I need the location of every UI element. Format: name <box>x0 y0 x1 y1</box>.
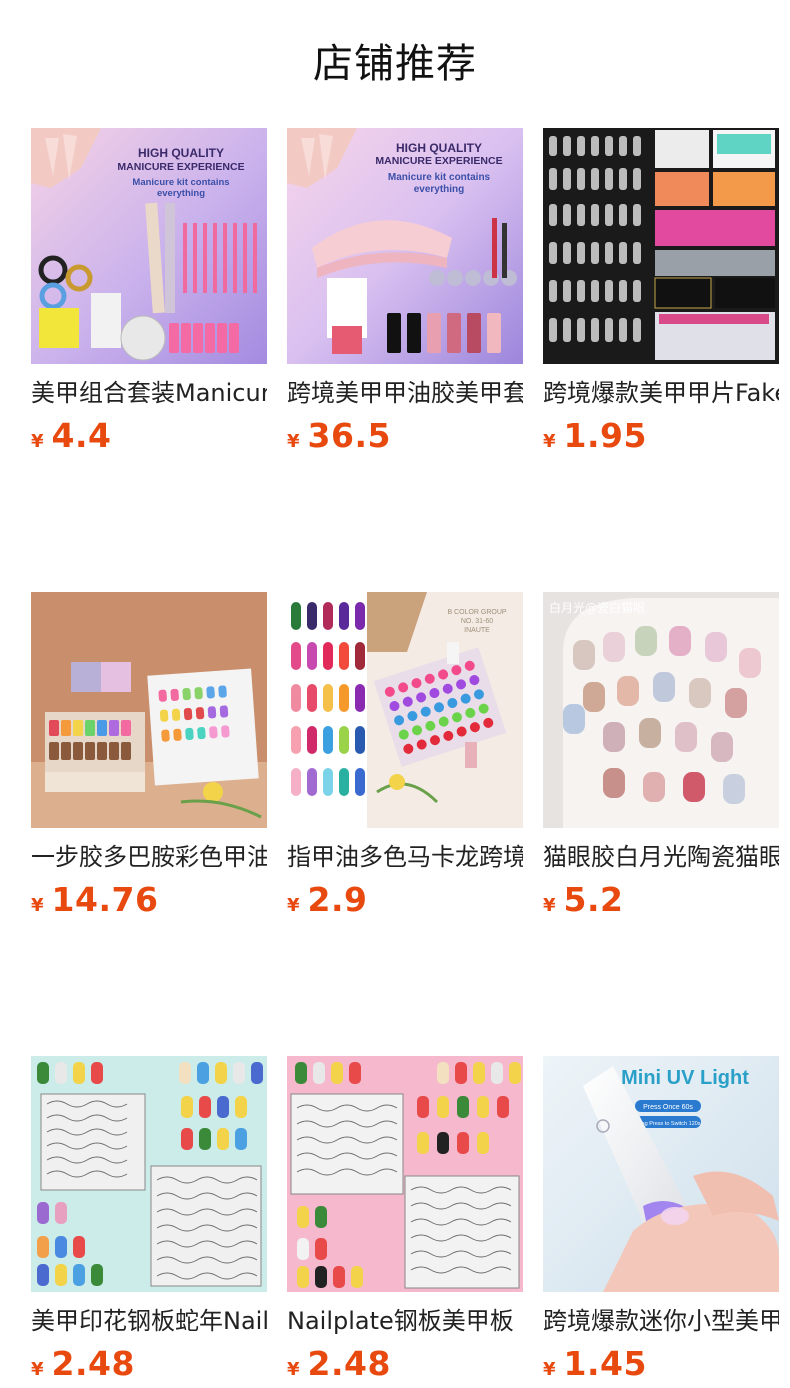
product-price: 5.2 <box>563 880 624 919</box>
product-name[interactable]: 跨境美甲甲油胶美甲套装 <box>287 376 523 410</box>
image-subtext: Manicure kit contains <box>132 177 229 188</box>
product-card[interactable]: 跨境爆款美甲甲片Fake ¥ 1.95 <box>543 128 779 460</box>
product-name[interactable]: 指甲油多色马卡龙跨境 <box>287 840 523 874</box>
product-name[interactable]: 猫眼胶白月光陶瓷猫眼 <box>543 840 779 874</box>
product-image[interactable] <box>543 128 779 364</box>
image-subtext: everything <box>157 188 205 199</box>
manicure-kit-image: HIGH QUALITY MANICURE EXPERIENCE Manicur… <box>31 128 267 364</box>
price-row: ¥ 2.48 <box>287 1344 523 1388</box>
fake-nails-image <box>543 128 779 364</box>
nail-polish-colors-image: B COLOR GROUP NO. 31-60 INAUTE <box>287 592 523 828</box>
product-name[interactable]: 一步胶多巴胺彩色甲油胶 <box>31 840 267 874</box>
price-row: ¥ 2.48 <box>31 1344 267 1388</box>
price-row: ¥ 1.45 <box>543 1344 779 1388</box>
product-price: 36.5 <box>307 416 391 455</box>
image-text: INAUTE <box>464 627 490 634</box>
gel-polish-display-image <box>31 592 267 828</box>
product-image[interactable] <box>31 1056 267 1292</box>
currency-symbol: ¥ <box>287 1359 300 1380</box>
currency-symbol: ¥ <box>543 895 556 916</box>
currency-symbol: ¥ <box>31 1359 44 1380</box>
product-grid: HIGH QUALITY MANICURE EXPERIENCE Manicur… <box>31 128 779 1388</box>
image-text: B COLOR GROUP <box>447 609 506 616</box>
price-row: ¥ 36.5 <box>287 416 523 460</box>
product-card[interactable]: HIGH QUALITY MANICURE EXPERIENCE Manicur… <box>287 128 523 460</box>
nail-plate-image <box>287 1056 523 1292</box>
product-card[interactable]: HIGH QUALITY MANICURE EXPERIENCE Manicur… <box>31 128 267 460</box>
price-row: ¥ 4.4 <box>31 416 267 460</box>
product-image[interactable] <box>287 1056 523 1292</box>
price-row: ¥ 2.9 <box>287 880 523 924</box>
product-price: 1.95 <box>563 416 647 455</box>
section-title: 店铺推荐 <box>313 41 477 87</box>
image-headline: MANICURE EXPERIENCE <box>375 155 502 167</box>
price-row: ¥ 5.2 <box>543 880 779 924</box>
currency-symbol: ¥ <box>543 1359 556 1380</box>
currency-symbol: ¥ <box>543 431 556 452</box>
store-recommendations-page: 店铺推荐 HIGH QUALITY MANICURE EXPERIENCE Ma… <box>0 0 790 1383</box>
cat-eye-gel-image: 白月光@瓷白猫眼 <box>543 592 779 828</box>
product-card[interactable]: Mini UV Light Press Once 60s Long Press … <box>543 1056 779 1388</box>
stamping-plates-image <box>31 1056 267 1292</box>
product-card[interactable]: Nailplate钢板美甲板 ¥ 2.48 <box>287 1056 523 1388</box>
mini-uv-light-image: Mini UV Light Press Once 60s Long Press … <box>543 1056 779 1292</box>
image-headline: HIGH QUALITY <box>138 146 224 160</box>
image-subtext: everything <box>414 184 465 195</box>
price-row: ¥ 14.76 <box>31 880 267 924</box>
product-card[interactable]: 一步胶多巴胺彩色甲油胶 ¥ 14.76 <box>31 592 267 924</box>
currency-symbol: ¥ <box>287 895 300 916</box>
product-image[interactable]: HIGH QUALITY MANICURE EXPERIENCE Manicur… <box>31 128 267 364</box>
product-price: 2.48 <box>51 1344 135 1383</box>
image-headline: HIGH QUALITY <box>396 141 482 155</box>
image-badge: Long Press to Switch 120s <box>635 1121 700 1127</box>
image-subtext: Manicure kit contains <box>388 172 491 183</box>
product-image[interactable]: Mini UV Light Press Once 60s Long Press … <box>543 1056 779 1292</box>
product-price: 2.48 <box>307 1344 391 1383</box>
currency-symbol: ¥ <box>31 895 44 916</box>
image-headline: MANICURE EXPERIENCE <box>117 161 244 173</box>
manicure-set-image: HIGH QUALITY MANICURE EXPERIENCE Manicur… <box>287 128 523 364</box>
product-card[interactable]: 美甲印花钢板蛇年Nail ¥ 2.48 <box>31 1056 267 1388</box>
image-badge: Press Once 60s <box>643 1104 693 1111</box>
image-caption: 白月光@瓷白猫眼 <box>549 600 645 615</box>
product-image[interactable]: 白月光@瓷白猫眼 <box>543 592 779 828</box>
product-card[interactable]: B COLOR GROUP NO. 31-60 INAUTE 指甲油多色马卡龙跨… <box>287 592 523 924</box>
price-row: ¥ 1.95 <box>543 416 779 460</box>
image-text: NO. 31-60 <box>461 618 493 625</box>
product-image[interactable]: HIGH QUALITY MANICURE EXPERIENCE Manicur… <box>287 128 523 364</box>
product-name[interactable]: 美甲组合套装Manicure <box>31 376 267 410</box>
product-name[interactable]: 跨境爆款迷你小型美甲灯 <box>543 1304 779 1338</box>
product-price: 2.9 <box>307 880 368 919</box>
product-name[interactable]: Nailplate钢板美甲板 <box>287 1304 523 1338</box>
product-card[interactable]: 白月光@瓷白猫眼 猫眼胶白月光陶瓷猫眼 ¥ 5.2 <box>543 592 779 924</box>
product-price: 1.45 <box>563 1344 647 1383</box>
product-image[interactable] <box>31 592 267 828</box>
currency-symbol: ¥ <box>31 431 44 452</box>
product-name[interactable]: 跨境爆款美甲甲片Fake <box>543 376 779 410</box>
currency-symbol: ¥ <box>287 431 300 452</box>
product-name[interactable]: 美甲印花钢板蛇年Nail <box>31 1304 267 1338</box>
image-headline: Mini UV Light <box>621 1067 749 1089</box>
product-price: 14.76 <box>51 880 159 919</box>
product-price: 4.4 <box>51 416 112 455</box>
product-image[interactable]: B COLOR GROUP NO. 31-60 INAUTE <box>287 592 523 828</box>
